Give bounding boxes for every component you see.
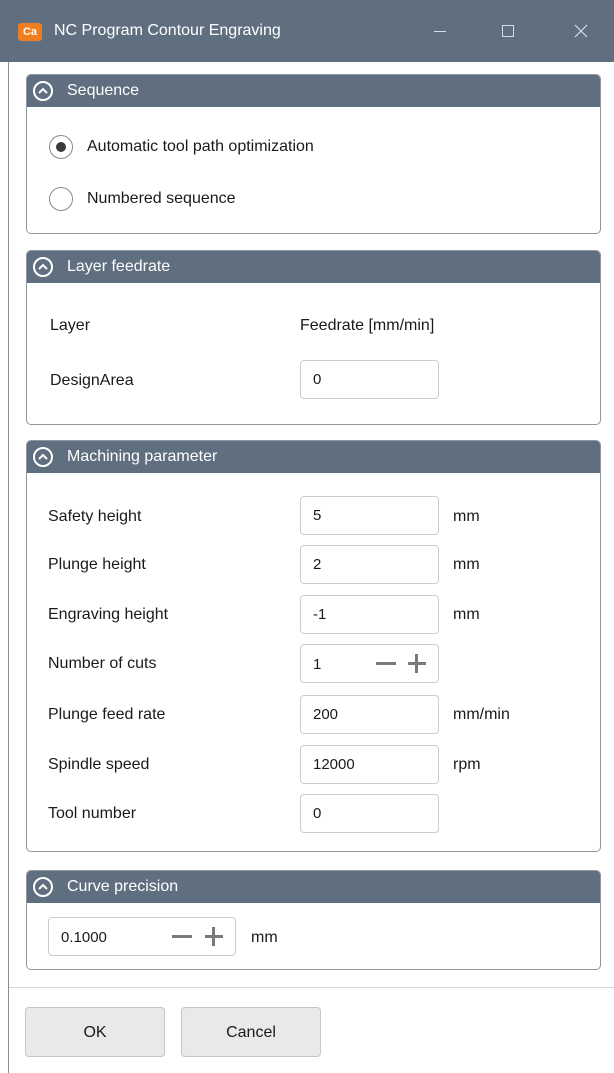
plunge-feed-rate-input[interactable]	[300, 695, 439, 734]
safety-height-unit: mm	[453, 508, 480, 525]
close-button[interactable]	[561, 16, 601, 46]
column-header-layer: Layer	[50, 317, 91, 334]
chevron-up-circle-icon[interactable]	[33, 81, 53, 101]
tool-number-input[interactable]	[300, 794, 439, 833]
sequence-panel: Sequence Automatic tool path optimizatio…	[26, 74, 601, 234]
cancel-button[interactable]: Cancel	[181, 1007, 321, 1057]
curve-precision-panel: Curve precision 0.1000 mm	[26, 870, 601, 970]
chevron-up-circle-icon[interactable]	[33, 257, 53, 277]
footer-divider	[9, 987, 614, 988]
machining-parameter-panel-title: Machining parameter	[67, 448, 218, 465]
spindle-speed-input[interactable]	[300, 745, 439, 784]
feedrate-input-designarea[interactable]	[300, 360, 439, 399]
plunge-feed-rate-label: Plunge feed rate	[48, 706, 166, 723]
minimize-button[interactable]	[420, 16, 460, 46]
radio-automatic-optimization[interactable]	[49, 135, 73, 159]
window-border	[8, 62, 9, 1073]
minimize-icon	[434, 31, 446, 32]
engraving-height-unit: mm	[453, 606, 480, 623]
curve-precision-unit: mm	[251, 929, 278, 946]
radio-label-automatic-optimization: Automatic tool path optimization	[87, 138, 314, 155]
number-of-cuts-label: Number of cuts	[48, 655, 157, 672]
chevron-up-circle-icon[interactable]	[33, 877, 53, 897]
column-header-feedrate: Feedrate [mm/min]	[300, 317, 435, 334]
maximize-icon	[502, 25, 514, 37]
title-bar[interactable]: Ca NC Program Contour Engraving	[0, 0, 614, 62]
sequence-panel-header[interactable]: Sequence	[27, 75, 600, 107]
layer-feedrate-panel-header[interactable]: Layer feedrate	[27, 251, 600, 283]
plus-icon-vertical	[212, 927, 215, 946]
number-of-cuts-stepper[interactable]: 1	[300, 644, 439, 683]
close-icon	[574, 24, 588, 38]
sequence-panel-title: Sequence	[67, 82, 140, 99]
radio-label-numbered-sequence: Numbered sequence	[87, 190, 236, 207]
plunge-height-unit: mm	[453, 556, 480, 573]
radio-numbered-sequence[interactable]	[49, 187, 73, 211]
spindle-speed-unit: rpm	[453, 756, 481, 773]
layer-feedrate-panel-title: Layer feedrate	[67, 258, 171, 275]
safety-height-input[interactable]	[300, 496, 439, 535]
chevron-up-circle-icon[interactable]	[33, 447, 53, 467]
tool-number-label: Tool number	[48, 805, 137, 822]
ok-button[interactable]: OK	[25, 1007, 165, 1057]
curve-precision-stepper[interactable]: 0.1000	[48, 917, 236, 956]
curve-precision-panel-title: Curve precision	[67, 878, 179, 895]
window-title: NC Program Contour Engraving	[54, 22, 281, 39]
app-icon: Ca	[18, 23, 42, 41]
layer-feedrate-panel: Layer feedrate Layer Feedrate [mm/min] D…	[26, 250, 601, 425]
number-of-cuts-value: 1	[313, 656, 322, 673]
plunge-feed-rate-unit: mm/min	[453, 706, 510, 723]
plunge-height-label: Plunge height	[48, 556, 146, 573]
curve-precision-value: 0.1000	[61, 929, 107, 946]
maximize-button[interactable]	[488, 16, 528, 46]
machining-parameter-panel: Machining parameter Safety height mm Plu…	[26, 440, 601, 852]
spindle-speed-label: Spindle speed	[48, 756, 150, 773]
plunge-height-input[interactable]	[300, 545, 439, 584]
curve-precision-panel-header[interactable]: Curve precision	[27, 871, 600, 903]
plus-icon-vertical	[415, 654, 418, 673]
layer-name-designarea: DesignArea	[50, 372, 134, 389]
engraving-height-input[interactable]	[300, 595, 439, 634]
engraving-height-label: Engraving height	[48, 606, 169, 623]
safety-height-label: Safety height	[48, 508, 142, 525]
machining-parameter-panel-header[interactable]: Machining parameter	[27, 441, 600, 473]
minus-icon	[172, 935, 192, 938]
minus-icon	[376, 662, 396, 665]
